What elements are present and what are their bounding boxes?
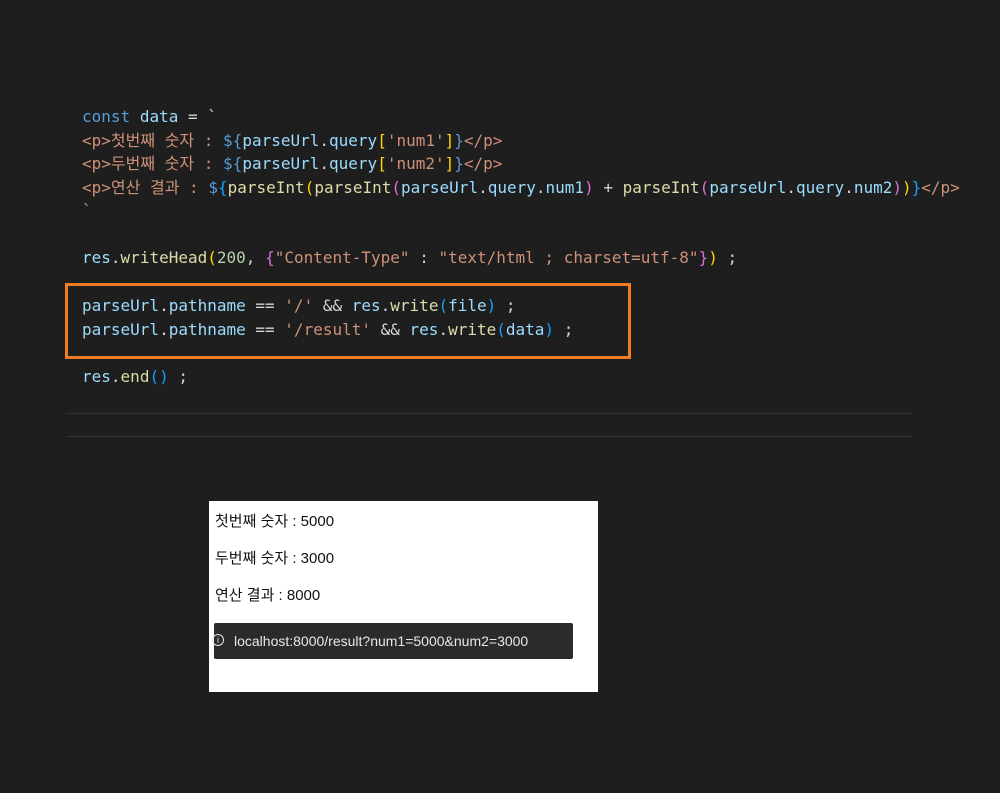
result-line-sum: 연산 결과 : 8000 [215, 587, 321, 604]
code-line-6: res.writeHead(200, {"Content-Type" : "te… [82, 248, 738, 267]
code-line-4: <p>연산 결과 : ${parseInt(parseInt(parseUrl.… [82, 177, 960, 197]
result-line-first-number: 첫번째 숫자 : 5000 [215, 513, 335, 530]
code-line-5: ` [82, 201, 92, 220]
code-line-3: <p>두번째 숫자 : ${parseUrl.query['num2']}</p… [82, 154, 503, 173]
code-line-1: const data = ` [82, 107, 217, 126]
info-icon[interactable]: i [212, 634, 224, 646]
code-line-2: <p>첫번째 숫자 : ${parseUrl.query['num1']}</p… [82, 130, 503, 150]
code-line-9: res.end() ; [82, 367, 188, 386]
result-line-second-number: 두번째 숫자 : 3000 [215, 550, 335, 567]
browser-result-panel: 첫번째 숫자 : 5000 두번째 숫자 : 3000 연산 결과 : 8000… [209, 501, 598, 692]
divider-top [66, 413, 912, 414]
highlight-box [65, 283, 631, 359]
code-block: const data = ` <p>첫번째 숫자 : ${parseUrl.qu… [82, 0, 960, 423]
divider-bottom [66, 436, 912, 437]
address-bar[interactable]: i localhost:8000/result?num1=5000&num2=3… [212, 623, 573, 659]
address-url[interactable]: localhost:8000/result?num1=5000&num2=300… [234, 633, 528, 649]
